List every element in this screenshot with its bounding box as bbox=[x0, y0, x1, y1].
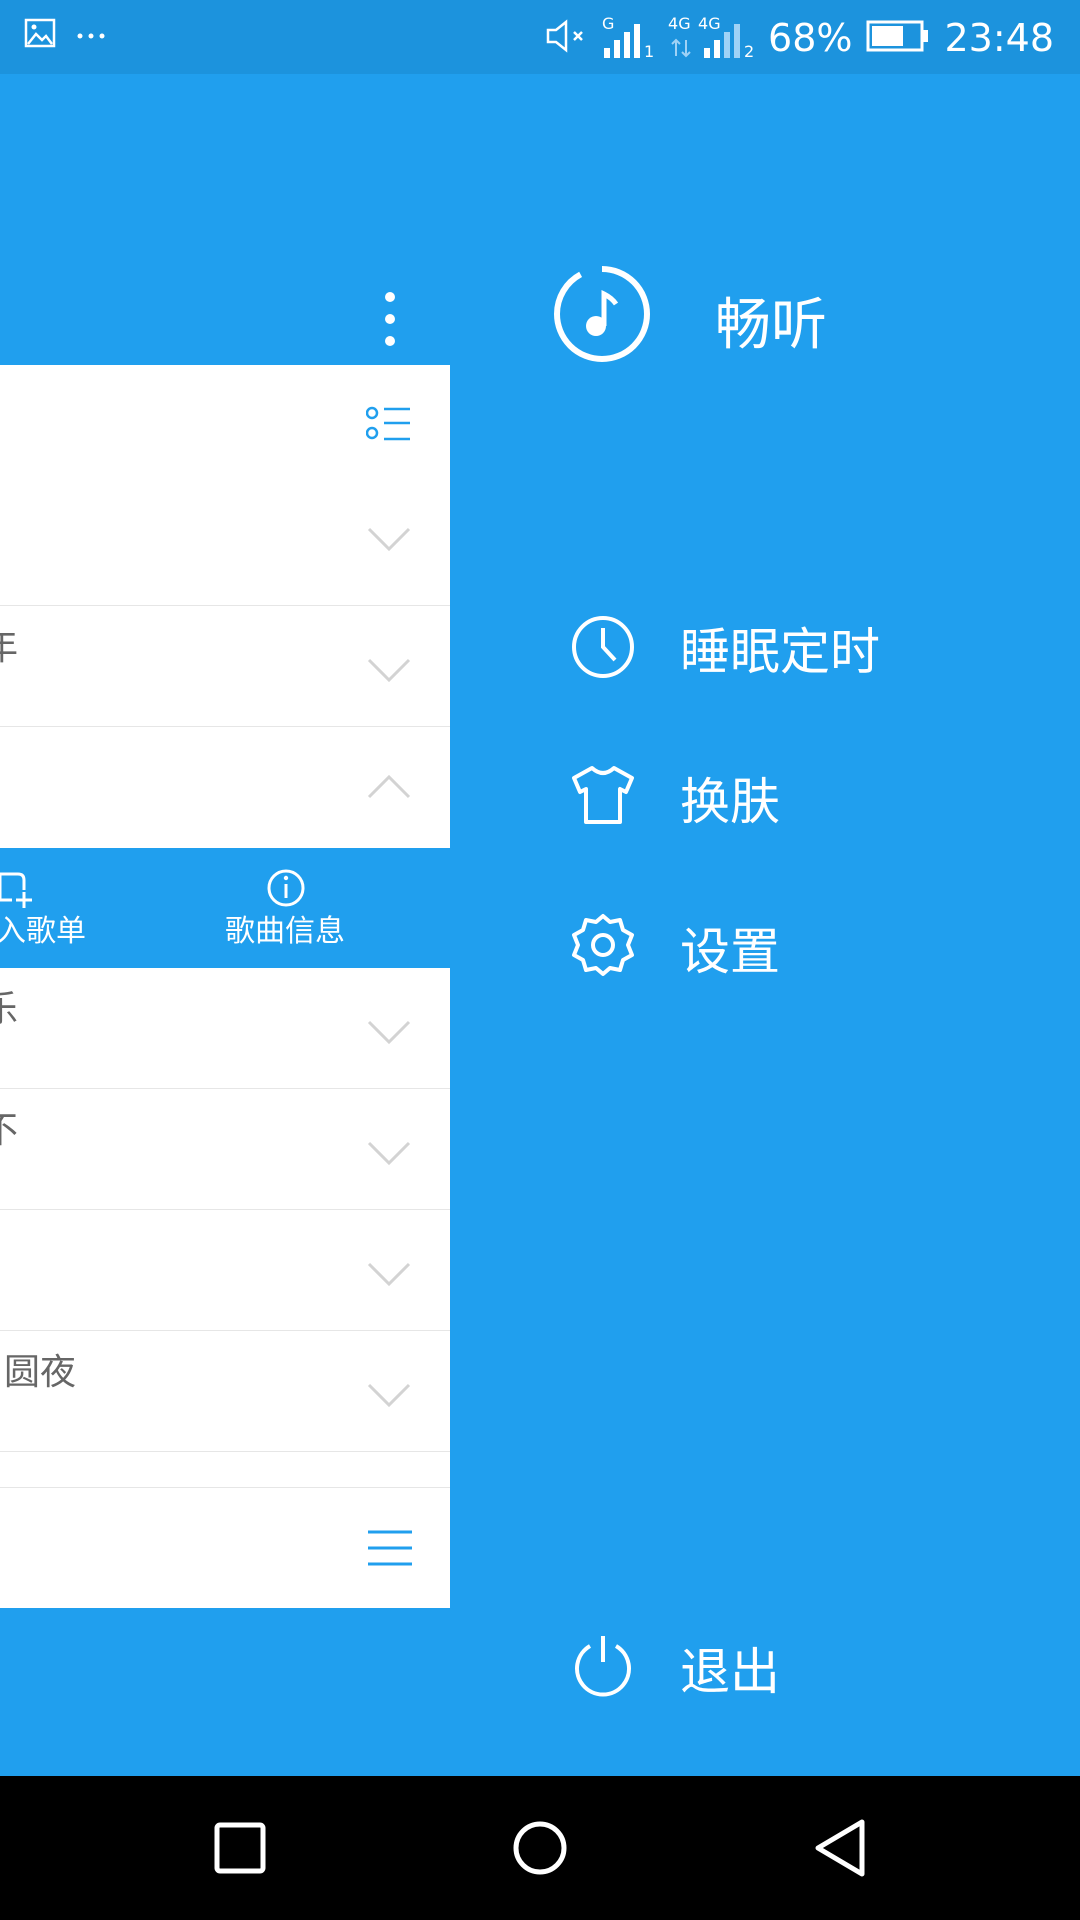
song-title-partial: 不 bbox=[0, 1110, 19, 1151]
main-panel: 年 入歌单 歌曲信息 乐 不 圆夜 bbox=[0, 74, 450, 1776]
list-item[interactable] bbox=[0, 365, 450, 606]
power-icon bbox=[570, 1632, 636, 1702]
battery-icon bbox=[866, 20, 930, 56]
app-name: 畅听 bbox=[715, 293, 827, 358]
chevron-down-icon[interactable] bbox=[366, 1381, 412, 1413]
list-item[interactable]: 年 bbox=[0, 606, 450, 727]
gear-icon bbox=[570, 912, 636, 982]
song-title-partial: 年 bbox=[0, 627, 19, 668]
list-item[interactable]: 不 bbox=[0, 1089, 450, 1210]
overflow-menu-button[interactable] bbox=[370, 264, 410, 374]
song-info-button[interactable]: 歌曲信息 bbox=[225, 906, 345, 950]
mini-player-bar[interactable] bbox=[0, 1488, 450, 1608]
signal-sim2: 4G 4G 2 bbox=[668, 16, 754, 60]
sim1-index: 1 bbox=[644, 42, 655, 61]
system-navigation-bar bbox=[0, 1776, 1080, 1920]
app-logo-icon bbox=[552, 264, 652, 368]
clock-time: 23:48 bbox=[944, 16, 1054, 60]
list-item[interactable] bbox=[0, 1210, 450, 1331]
list-item[interactable] bbox=[0, 1452, 450, 1488]
menu-label-skin: 换肤 bbox=[680, 773, 780, 831]
chevron-down-icon[interactable] bbox=[366, 525, 412, 557]
add-to-playlist-button[interactable]: 入歌单 bbox=[0, 906, 86, 950]
playlist-menu-icon[interactable] bbox=[366, 1528, 414, 1572]
song-action-bar: 入歌单 歌曲信息 bbox=[0, 848, 450, 968]
song-title-partial: 圆夜 bbox=[4, 1352, 77, 1393]
recent-apps-icon[interactable] bbox=[214, 1822, 266, 1878]
mute-icon bbox=[544, 18, 588, 58]
chevron-down-icon[interactable] bbox=[366, 1018, 412, 1050]
menu-label-settings: 设置 bbox=[680, 923, 780, 981]
more-icon bbox=[76, 26, 106, 45]
signal-sim1: G 1 bbox=[602, 16, 654, 60]
song-list-bottom: 乐 不 圆夜 bbox=[0, 968, 450, 1608]
status-bar: G 1 4G 4G 2 68% 23:48 bbox=[0, 0, 1080, 74]
clock-icon bbox=[570, 614, 636, 684]
menu-label-sleep-timer: 睡眠定时 bbox=[680, 623, 880, 681]
tshirt-icon bbox=[570, 764, 636, 830]
chevron-down-icon[interactable] bbox=[366, 656, 412, 688]
list-item[interactable]: 乐 bbox=[0, 968, 450, 1089]
list-item-expanded[interactable] bbox=[0, 727, 450, 847]
home-icon[interactable] bbox=[512, 1820, 568, 1880]
back-icon[interactable] bbox=[812, 1818, 868, 1882]
chevron-down-icon[interactable] bbox=[366, 1260, 412, 1292]
battery-percent: 68% bbox=[768, 16, 853, 60]
chevron-down-icon[interactable] bbox=[366, 1139, 412, 1171]
sim2-index: 2 bbox=[744, 42, 755, 61]
list-view-icon[interactable] bbox=[365, 405, 412, 449]
menu-label-exit: 退出 bbox=[680, 1643, 780, 1701]
list-item[interactable]: 圆夜 bbox=[0, 1331, 450, 1452]
image-icon bbox=[24, 18, 56, 52]
song-list-top: 年 bbox=[0, 365, 450, 848]
chevron-up-icon[interactable] bbox=[366, 773, 412, 805]
song-title-partial: 乐 bbox=[0, 989, 19, 1030]
